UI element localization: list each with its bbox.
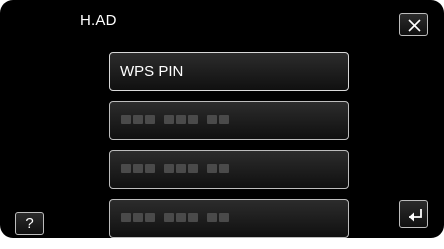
screen: H.AD WPS PIN ? [0,0,444,249]
camera-menu-panel: H.AD WPS PIN ? [0,0,444,238]
page-title: H.AD [80,12,117,29]
wps-pin-button[interactable]: WPS PIN [109,52,349,91]
help-button[interactable]: ? [15,212,44,235]
network-item-button[interactable] [109,199,349,238]
masked-network-name [121,164,231,173]
network-item-button[interactable] [109,101,349,140]
return-icon [409,209,422,222]
help-label: ? [25,215,34,232]
back-button[interactable] [399,200,428,228]
masked-network-name [121,213,231,222]
wps-pin-label: WPS PIN [120,63,184,80]
network-item-button[interactable] [109,150,349,189]
masked-network-name [121,115,231,124]
close-button[interactable] [399,13,428,36]
close-icon [408,19,421,32]
